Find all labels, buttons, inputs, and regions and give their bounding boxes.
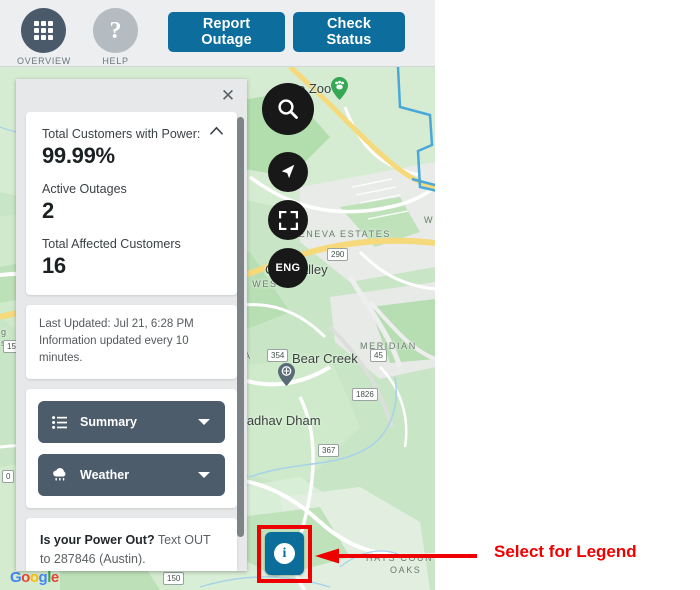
panel-scrollbar[interactable] (237, 117, 244, 537)
annotation-label: Select for Legend (494, 542, 637, 561)
report-outage-button[interactable]: Report Outage (168, 12, 285, 52)
check-status-button[interactable]: Check Status (293, 12, 405, 52)
nav-help[interactable]: ? HELP (93, 8, 138, 66)
chevron-down-icon[interactable] (198, 419, 210, 425)
panel-scroll-body[interactable]: Total Customers with Power: 99.99% Activ… (16, 112, 247, 571)
list-icon (51, 415, 68, 430)
annotation-canvas (435, 0, 700, 590)
accordion-summary-label: Summary (80, 415, 137, 429)
chevron-up-icon[interactable] (210, 126, 223, 135)
stats-card: Total Customers with Power: 99.99% Activ… (26, 112, 237, 295)
route-shield-150-bottom: 150 (163, 572, 185, 585)
accordion-weather-label: Weather (80, 468, 130, 482)
app-root: o Zoo GENEVA ESTATES W Ce r Valley UN WE… (0, 0, 700, 590)
route-shield-354: 354 (267, 349, 289, 362)
zoo-marker-icon[interactable] (331, 77, 348, 100)
power-out-question: Is your Power Out? (40, 533, 155, 547)
accordion-card: Summary Weather (26, 389, 237, 508)
outage-summary-panel: ✕ Total Customers with Power: 99.99% Act… (16, 79, 247, 571)
overview-button[interactable] (21, 8, 67, 53)
map-language-button[interactable]: ENG (268, 248, 308, 288)
rain-cloud-icon (51, 468, 68, 483)
question-mark-icon: ? (109, 17, 122, 44)
last-updated-card: Last Updated: Jul 21, 6:28 PM Informatio… (26, 305, 237, 379)
nav-overview[interactable]: OVERVIEW (17, 8, 71, 66)
total-customers-label: Total Customers with Power: (42, 127, 201, 141)
route-shield-290: 290 (327, 248, 349, 261)
total-affected-value: 16 (42, 253, 66, 278)
navigation-arrow-icon (281, 164, 295, 179)
google-watermark: Google (10, 569, 59, 586)
route-shield-45: 45 (370, 349, 387, 362)
search-icon (278, 99, 298, 119)
map-locate-button[interactable] (268, 152, 308, 192)
power-out-card: Is your Power Out? Text OUT to 287846 (A… (26, 518, 237, 571)
overview-label: OVERVIEW (17, 56, 71, 66)
annotation-arrow-icon (315, 548, 477, 564)
grid-icon (34, 21, 54, 40)
last-updated-line: Last Updated: Jul 21, 6:28 PM (39, 318, 194, 330)
app-header: OVERVIEW ? HELP Report Outage Check Stat… (0, 0, 435, 67)
route-shield-0-left: 0 (2, 470, 15, 483)
accordion-weather[interactable]: Weather (38, 454, 225, 496)
active-outages-label: Active Outages (42, 182, 127, 196)
panel-header: ✕ (16, 79, 247, 112)
legend-button[interactable]: i (265, 532, 304, 575)
map-fullscreen-button[interactable] (268, 200, 308, 240)
close-icon[interactable]: ✕ (217, 84, 239, 106)
accordion-summary[interactable]: Summary (38, 401, 225, 443)
total-customers-value: 99.99% (42, 143, 115, 168)
expand-icon (278, 210, 298, 230)
total-affected-label: Total Affected Customers (42, 237, 181, 251)
active-outages-value: 2 (42, 198, 54, 223)
route-shield-1826: 1826 (352, 388, 378, 401)
update-frequency-line: Information updated every 10 minutes. (39, 335, 189, 364)
map-search-button[interactable] (262, 83, 314, 135)
power-out-text: Is your Power Out? Text OUT to 287846 (A… (40, 531, 223, 569)
help-button[interactable]: ? (93, 8, 138, 53)
help-label: HELP (102, 56, 129, 66)
temple-marker-icon[interactable] (278, 363, 295, 386)
language-icon: ENG (275, 262, 301, 274)
info-icon: i (274, 543, 295, 564)
chevron-down-icon[interactable] (198, 472, 210, 478)
route-shield-367: 367 (318, 444, 340, 457)
